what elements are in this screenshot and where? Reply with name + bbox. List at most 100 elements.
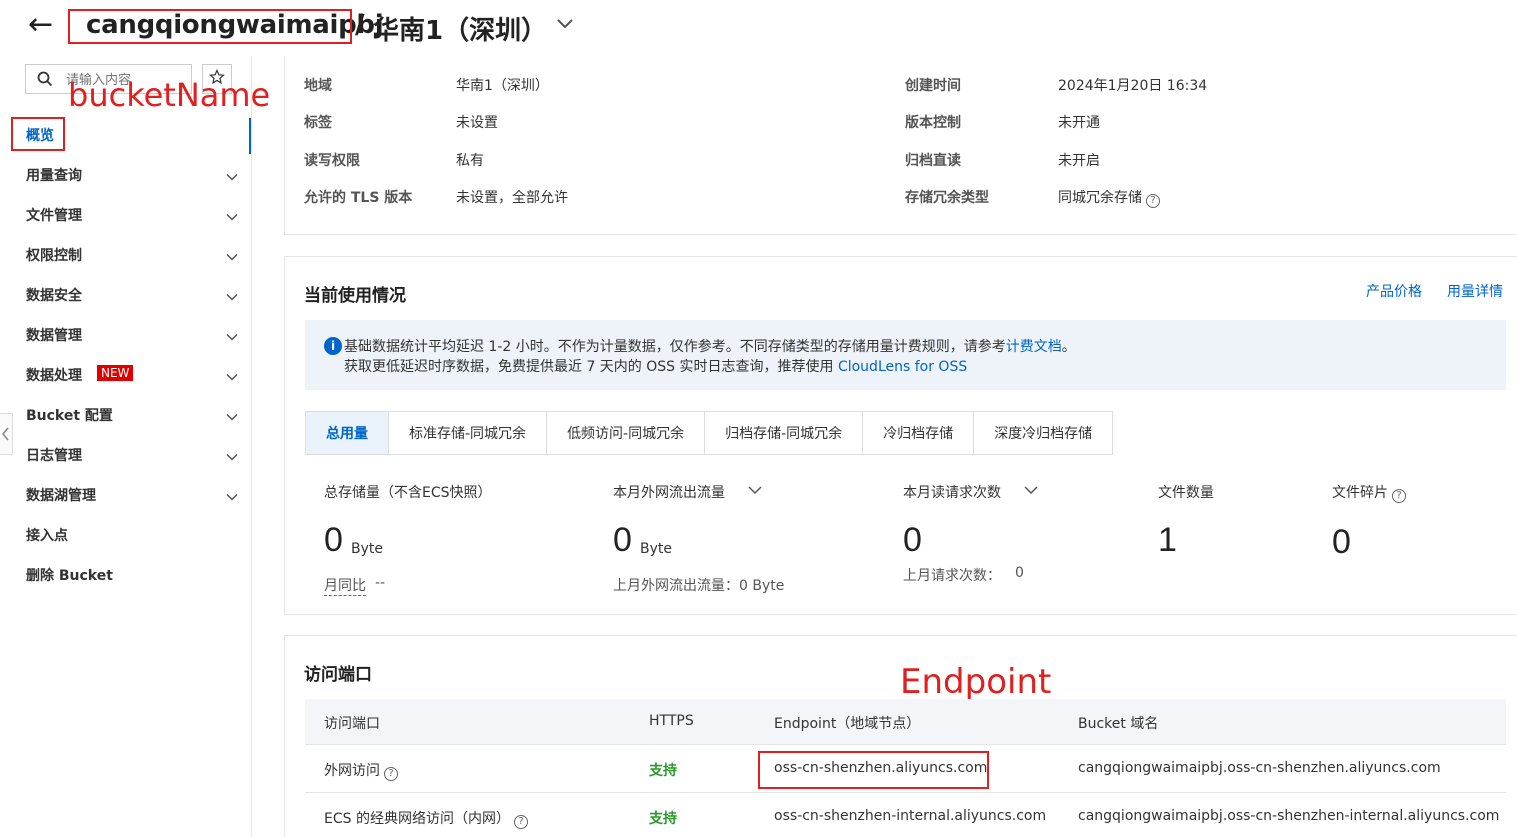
sidebar-item-label: 权限控制 <box>26 248 82 264</box>
endpoint-annotation: Endpoint <box>900 662 1052 702</box>
region-chevron-down-icon[interactable] <box>555 14 575 38</box>
help-icon[interactable]: ? <box>1392 489 1406 503</box>
sidebar-item[interactable]: 文件管理 <box>0 195 252 235</box>
last-month-requests-value: 0 <box>1015 565 1024 581</box>
sidebar-item[interactable]: 数据安全 <box>0 275 252 315</box>
traffic-value: 0 <box>613 521 632 559</box>
traffic-chevron-down-icon[interactable] <box>747 482 763 502</box>
created-label: 创建时间 <box>905 78 961 94</box>
sidebar-item[interactable]: 数据湖管理 <box>0 475 252 515</box>
help-icon[interactable]: ? <box>384 767 398 781</box>
pricing-link[interactable]: 产品价格 <box>1366 281 1422 301</box>
help-icon[interactable]: ? <box>1146 194 1160 208</box>
sidebar-item-label: 数据湖管理 <box>26 488 96 504</box>
chevron-down-icon <box>225 329 239 348</box>
billing-doc-link[interactable]: 计费文档 <box>1006 339 1062 355</box>
info-banner: i 基础数据统计平均延迟 1-2 小时。不作为计量数据，仅作参考。不同存储类型的… <box>305 320 1506 390</box>
cloudlens-link[interactable]: CloudLens for OSS <box>838 359 967 375</box>
domain-cell[interactable]: cangqiongwaimaipbj.oss-cn-shenzhen.aliyu… <box>1078 760 1441 776</box>
archive-read-label: 归档直读 <box>905 153 961 169</box>
created-value: 2024年1月20日 16:34 <box>1058 78 1208 94</box>
requests-value: 0 <box>903 521 922 559</box>
tls-label: 允许的 TLS 版本 <box>304 190 413 206</box>
info-icon: i <box>324 337 342 355</box>
overview-highlight-box <box>11 117 65 151</box>
sidebar-item-label: Bucket 配置 <box>26 408 113 424</box>
col-https: HTTPS <box>649 713 694 729</box>
bucketname-annotation: bucketName <box>68 76 271 114</box>
table-header: 访问端口 HTTPS Endpoint（地域节点） Bucket 域名 <box>305 699 1506 745</box>
banner-end: 。 <box>1061 339 1076 355</box>
back-arrow-icon[interactable]: ← <box>28 10 53 40</box>
port-cell: 外网访问? <box>324 760 398 781</box>
tab-deep-cold-archive[interactable]: 深度冷归档存储 <box>974 412 1112 454</box>
sidebar-item-label: 用量查询 <box>26 168 82 184</box>
traffic-label: 本月外网流出流量 <box>613 485 725 501</box>
sidebar-item[interactable]: 日志管理 <box>0 435 252 475</box>
fragments-text: 文件碎片 <box>1332 485 1388 501</box>
tls-value: 未设置，全部允许 <box>456 190 568 206</box>
sidebar-item-label: 文件管理 <box>26 208 82 224</box>
tab-standard[interactable]: 标准存储-同城冗余 <box>389 412 548 454</box>
storage-type-tabs: 总用量 标准存储-同城冗余 低频访问-同城冗余 归档存储-同城冗余 冷归档存储 … <box>305 411 1114 455</box>
col-domain: Bucket 域名 <box>1078 716 1159 732</box>
region-value: 华南1（深圳） <box>456 78 549 94</box>
bucket-name-highlight-box <box>68 9 352 44</box>
region-label: 地域 <box>304 78 332 94</box>
chevron-down-icon <box>225 249 239 268</box>
chevron-down-icon <box>225 449 239 468</box>
versioning-label: 版本控制 <box>905 115 961 131</box>
sidebar-item-label: 数据处理 <box>26 368 82 384</box>
yoy-label: 月同比 <box>324 575 366 596</box>
sidebar-item-label: 数据管理 <box>26 328 82 344</box>
chevron-down-icon <box>225 169 239 188</box>
new-badge: NEW <box>97 365 134 381</box>
requests-label: 本月读请求次数 <box>903 485 1001 501</box>
redundancy-value: 同城冗余存储? <box>1058 187 1160 208</box>
last-month-requests-label: 上月请求次数： <box>903 568 1001 584</box>
redundancy-label: 存储冗余类型 <box>905 190 989 206</box>
search-icon <box>37 71 53 91</box>
sidebar-item-label: 日志管理 <box>26 448 82 464</box>
acl-label: 读写权限 <box>304 153 360 169</box>
banner-line-1: 基础数据统计平均延迟 1-2 小时。不作为计量数据，仅作参考。不同存储类型的存储… <box>344 336 1076 356</box>
chevron-down-icon <box>225 369 239 388</box>
fragments-value: 0 <box>1332 523 1351 561</box>
tab-ia[interactable]: 低频访问-同城冗余 <box>547 412 706 454</box>
sidebar-item[interactable]: 数据管理 <box>0 315 252 355</box>
chevron-down-icon <box>225 489 239 508</box>
usage-title: 当前使用情况 <box>304 286 406 306</box>
usage-details-link[interactable]: 用量详情 <box>1447 281 1503 301</box>
versioning-value: 未开通 <box>1058 115 1100 131</box>
requests-chevron-down-icon[interactable] <box>1023 482 1039 502</box>
https-cell: 支持 <box>649 763 677 779</box>
port-cell: ECS 的经典网络访问（内网）? <box>324 808 528 829</box>
region-title: 华南1（深圳） <box>373 16 548 46</box>
access-card: 访问端口 Endpoint 访问端口 HTTPS Endpoint（地域节点） … <box>284 635 1517 837</box>
chevron-down-icon <box>225 209 239 228</box>
chevron-down-icon <box>225 289 239 308</box>
sidebar-item[interactable]: 接入点 <box>0 515 252 555</box>
sidebar-collapse-button[interactable] <box>0 413 13 455</box>
tab-total[interactable]: 总用量 <box>306 412 389 454</box>
files-label: 文件数量 <box>1158 485 1214 501</box>
acl-value: 私有 <box>456 153 484 169</box>
help-icon[interactable]: ? <box>513 815 528 829</box>
domain-cell[interactable]: cangqiongwaimaipbj.oss-cn-shenzhen-inter… <box>1078 808 1499 824</box>
sidebar-item[interactable]: 用量查询 <box>0 155 252 195</box>
last-month-traffic: 上月外网流出流量：0 Byte <box>613 578 785 594</box>
sidebar-item[interactable]: 权限控制 <box>0 235 252 275</box>
fragments-label: 文件碎片? <box>1332 482 1406 503</box>
col-endpoint: Endpoint（地域节点） <box>774 716 921 732</box>
tab-cold-archive[interactable]: 冷归档存储 <box>863 412 975 454</box>
col-port: 访问端口 <box>324 716 380 732</box>
endpoint-cell[interactable]: oss-cn-shenzhen-internal.aliyuncs.com <box>774 808 1046 824</box>
sidebar-item[interactable]: Bucket 配置 <box>0 395 252 435</box>
banner-text-2: 获取更低延迟时序数据，免费提供最近 7 天内的 OSS 实时日志查询，推荐使用 <box>344 359 838 375</box>
table-row: ECS 的经典网络访问（内网）? 支持 oss-cn-shenzhen-inte… <box>305 793 1506 837</box>
title-separator: / <box>355 10 365 40</box>
chevron-down-icon <box>225 409 239 428</box>
sidebar-item[interactable]: 删除 Bucket <box>0 555 252 595</box>
tab-archive[interactable]: 归档存储-同城冗余 <box>705 412 864 454</box>
sidebar-item[interactable]: 数据处理 NEW <box>0 355 252 395</box>
